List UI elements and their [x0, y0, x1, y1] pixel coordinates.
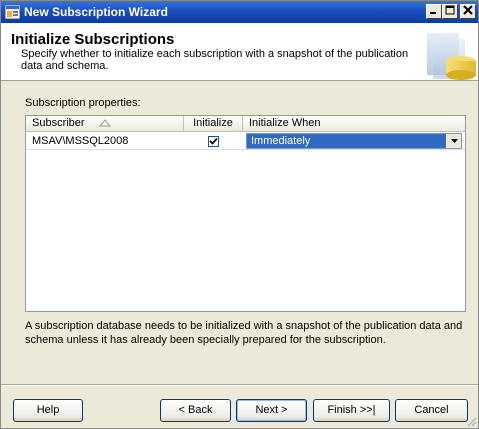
table-row[interactable]: MSAV\MSSQL2008 Immediately	[26, 132, 465, 150]
grid-header: Subscriber Initialize Initialize When	[26, 116, 465, 132]
chevron-down-icon	[451, 139, 458, 143]
page-description: Specify whether to initialize each subsc…	[21, 48, 409, 72]
maximize-icon	[445, 5, 455, 15]
column-label-initialize-when: Initialize When	[249, 117, 321, 129]
initialize-when-dropdown[interactable]: Immediately	[246, 133, 462, 149]
column-label-subscriber: Subscriber	[32, 117, 85, 129]
cancel-button[interactable]: Cancel	[395, 399, 468, 422]
wizard-window: New Subscription Wizard Initialize Subsc…	[0, 0, 479, 429]
resize-grip-icon[interactable]	[465, 415, 477, 427]
minimize-button[interactable]	[426, 4, 442, 19]
window-title: New Subscription Wizard	[24, 5, 168, 19]
button-divider	[1, 384, 478, 386]
initialization-note: A subscription database needs to be init…	[25, 320, 463, 346]
sort-ascending-icon	[99, 119, 111, 127]
back-button[interactable]: < Back	[160, 399, 231, 422]
close-button[interactable]	[460, 4, 476, 19]
app-icon	[5, 5, 20, 19]
column-header-initialize[interactable]: Initialize	[184, 116, 243, 132]
initialize-checkbox[interactable]	[208, 136, 219, 147]
column-label-initialize: Initialize	[193, 117, 233, 129]
help-button[interactable]: Help	[13, 399, 83, 422]
maximize-button[interactable]	[442, 4, 458, 19]
subscription-properties-grid[interactable]: Subscriber Initialize Initialize When MS…	[25, 115, 466, 312]
dropdown-button[interactable]	[446, 134, 461, 148]
database-art-icon	[427, 33, 476, 80]
subscription-properties-label: Subscription properties:	[25, 97, 141, 109]
column-header-subscriber[interactable]: Subscriber	[26, 116, 184, 132]
finish-button[interactable]: Finish >>|	[313, 399, 390, 422]
initialize-when-value: Immediately	[251, 135, 311, 147]
wizard-header: Initialize Subscriptions Specify whether…	[1, 23, 478, 81]
minimize-icon	[430, 12, 436, 14]
checkmark-icon	[209, 137, 218, 145]
close-icon	[463, 5, 473, 15]
title-bar[interactable]: New Subscription Wizard	[1, 1, 478, 23]
next-button[interactable]: Next >	[236, 399, 307, 422]
column-header-initialize-when[interactable]: Initialize When	[243, 116, 465, 132]
page-title: Initialize Subscriptions	[11, 31, 175, 48]
subscriber-cell: MSAV\MSSQL2008	[32, 135, 129, 147]
